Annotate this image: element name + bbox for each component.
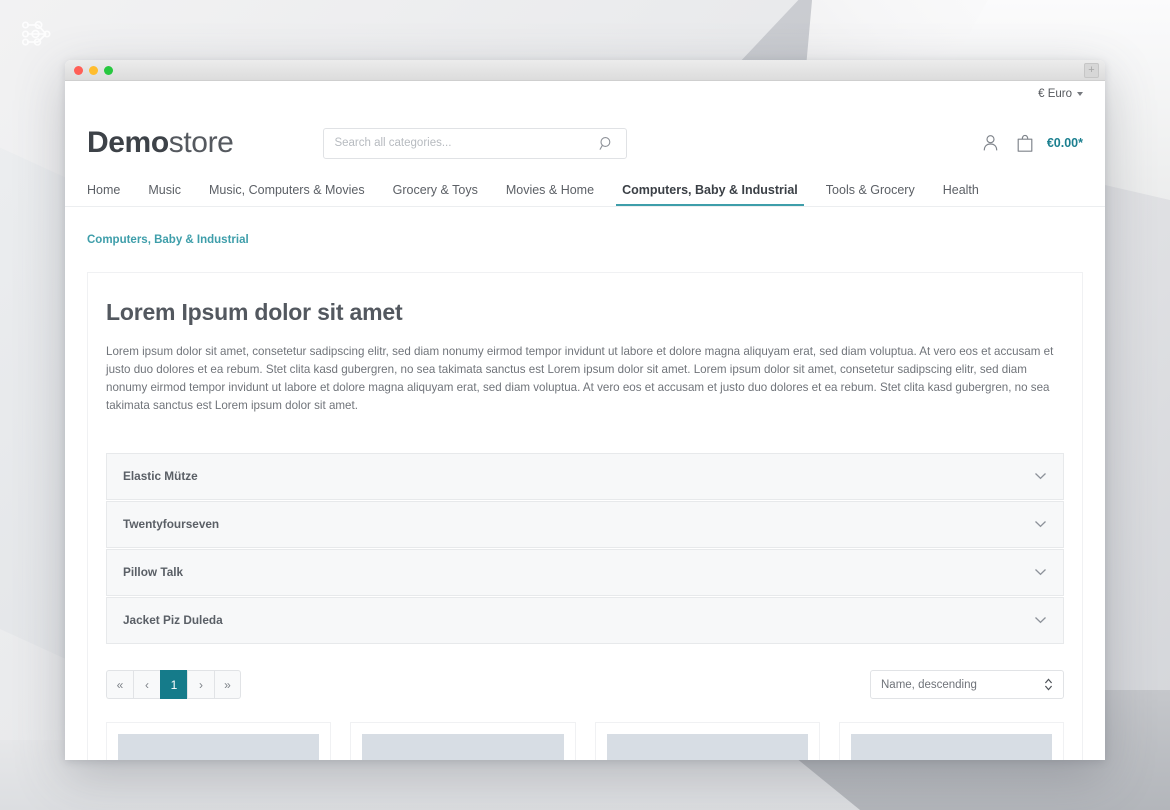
pagination-page-1-button[interactable]: 1 [160,670,187,699]
utility-topbar: € Euro [65,81,1105,107]
node-graph-logo-icon [16,14,56,54]
store-header: Demostore [65,107,1105,173]
nav-item-home[interactable]: Home [87,183,134,206]
header-actions: €0.00* [982,134,1083,153]
breadcrumb[interactable]: Computers, Baby & Industrial [87,207,249,246]
store-logo[interactable]: Demostore [87,126,233,160]
nav-item-music-computers-movies[interactable]: Music, Computers & Movies [195,183,379,206]
pagination: « ‹ 1 › » [106,670,241,699]
accordion-item-elastic-mutze[interactable]: Elastic Mütze [106,453,1064,500]
search-button[interactable] [597,136,616,151]
listing-toolbar: « ‹ 1 › » Name, descending [106,669,1064,701]
chevron-down-icon [1034,611,1047,629]
accordion-item-label: Twentyfourseven [123,517,219,531]
currency-switcher[interactable]: € Euro [1038,88,1083,100]
nav-item-grocery-toys[interactable]: Grocery & Toys [379,183,492,206]
cart-total-amount[interactable]: €0.00* [1047,136,1083,150]
page-content: Computers, Baby & Industrial Lorem Ipsum… [65,207,1105,760]
product-thumbnail: quia [607,734,808,760]
up-down-stepper-icon [1044,678,1053,691]
page-viewport: € Euro Demostore [65,81,1105,760]
accordion-item-jacket-piz-duleda[interactable]: Jacket Piz Duleda [106,597,1064,644]
product-card[interactable]: quia [595,722,820,760]
main-navigation: Home Music Music, Computers & Movies Gro… [65,173,1105,207]
product-accordion: Elastic Mütze Twentyfourseven Pillow Tal… [106,453,1064,644]
category-description: Lorem ipsum dolor sit amet, consetetur s… [106,343,1064,415]
product-card[interactable]: quod [106,722,331,760]
nav-item-computers-baby-industrial[interactable]: Computers, Baby & Industrial [608,183,812,206]
window-close-button[interactable] [74,66,83,75]
chevron-down-icon [1034,563,1047,581]
sort-select-value: Name, descending [881,679,977,691]
logo-bold-part: Demo [87,126,169,159]
search-input[interactable] [334,137,597,149]
nav-item-tools-grocery[interactable]: Tools & Grocery [812,183,929,206]
product-card[interactable]: odio [350,722,575,760]
nav-item-health[interactable]: Health [929,183,993,206]
product-card[interactable]: tempora [839,722,1064,760]
window-resize-handle[interactable]: + [1084,63,1099,78]
pagination-next-button[interactable]: › [187,670,214,699]
currency-label: € Euro [1038,88,1072,100]
shopping-bag-icon [1016,134,1034,153]
category-listing-panel: Lorem Ipsum dolor sit amet Lorem ipsum d… [87,272,1083,760]
accordion-item-label: Elastic Mütze [123,469,198,483]
nav-item-music[interactable]: Music [134,183,195,206]
browser-window: + € Euro Demostore [65,60,1105,760]
user-icon [982,134,999,152]
product-grid: quod odio quia [106,722,1064,760]
chevron-down-icon [1034,467,1047,485]
search-icon [599,136,614,151]
cart-button[interactable] [1016,134,1034,153]
sort-select[interactable]: Name, descending [870,670,1064,699]
product-thumbnail: quod [118,734,319,760]
nav-item-movies-home[interactable]: Movies & Home [492,183,608,206]
product-thumbnail: odio [362,734,563,760]
accordion-item-pillow-talk[interactable]: Pillow Talk [106,549,1064,596]
caret-down-icon [1077,92,1083,96]
pagination-prev-button[interactable]: ‹ [133,670,160,699]
page-title: Lorem Ipsum dolor sit amet [106,299,1064,326]
account-button[interactable] [982,134,999,152]
product-thumbnail: tempora [851,734,1052,760]
window-titlebar: + [65,60,1105,81]
accordion-item-label: Pillow Talk [123,565,183,579]
window-maximize-button[interactable] [104,66,113,75]
pagination-last-button[interactable]: » [214,670,241,699]
accordion-item-label: Jacket Piz Duleda [123,613,223,627]
chevron-down-icon [1034,515,1047,533]
accordion-item-twentyfourseven[interactable]: Twentyfourseven [106,501,1064,548]
search-box[interactable] [323,128,627,159]
window-minimize-button[interactable] [89,66,98,75]
logo-light-part: store [169,126,234,159]
pagination-first-button[interactable]: « [106,670,133,699]
